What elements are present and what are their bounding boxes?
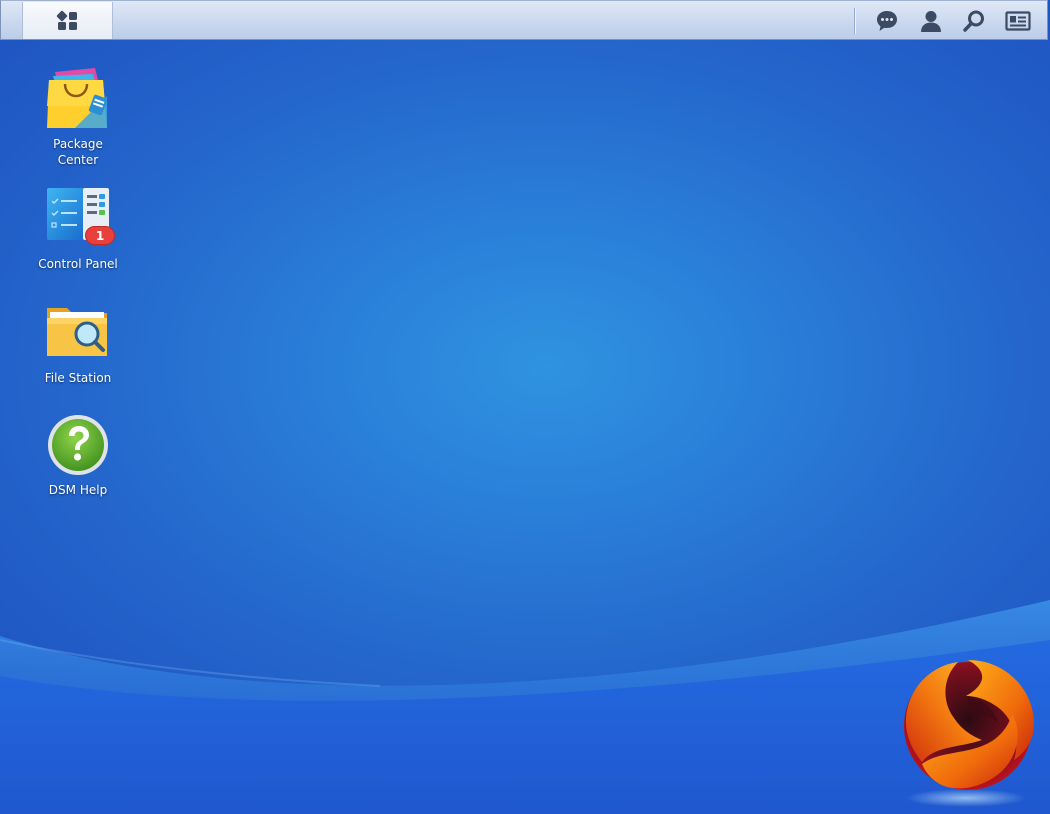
user-options-button[interactable] [915, 5, 947, 37]
shortcut-label: DSM Help [48, 483, 108, 497]
widgets-button[interactable] [1002, 5, 1034, 37]
shortcut-control-panel[interactable]: 1 Control Panel [28, 186, 128, 272]
desktop: Package Center 1 Control Panel File Stat… [0, 0, 1050, 814]
search-button[interactable] [958, 5, 990, 37]
shortcut-label: Control Panel [38, 257, 118, 271]
file-station-icon [45, 300, 111, 366]
user-icon [921, 11, 941, 32]
package-center-icon [45, 66, 111, 132]
main-menu-grid-icon [56, 10, 77, 30]
chat-bubble-icon [877, 11, 897, 31]
brand-logo-icon [904, 660, 1034, 807]
shortcut-package-center[interactable]: Package Center [28, 66, 128, 168]
tray-divider [854, 8, 856, 34]
search-icon [963, 10, 984, 32]
shortcut-label: Package Center [53, 137, 103, 167]
desktop-wave-decoration [0, 600, 1050, 814]
notification-badge: 1 [85, 226, 115, 245]
shortcut-file-station[interactable]: File Station [28, 300, 128, 386]
shortcut-dsm-help[interactable]: DSM Help [28, 412, 128, 498]
taskbar [0, 0, 1048, 40]
shortcut-label: File Station [44, 371, 112, 385]
id-card-icon [1005, 11, 1031, 31]
main-menu-button[interactable] [22, 2, 113, 39]
notifications-button[interactable] [871, 5, 903, 37]
control-panel-icon: 1 [45, 186, 115, 252]
help-icon [45, 412, 111, 478]
